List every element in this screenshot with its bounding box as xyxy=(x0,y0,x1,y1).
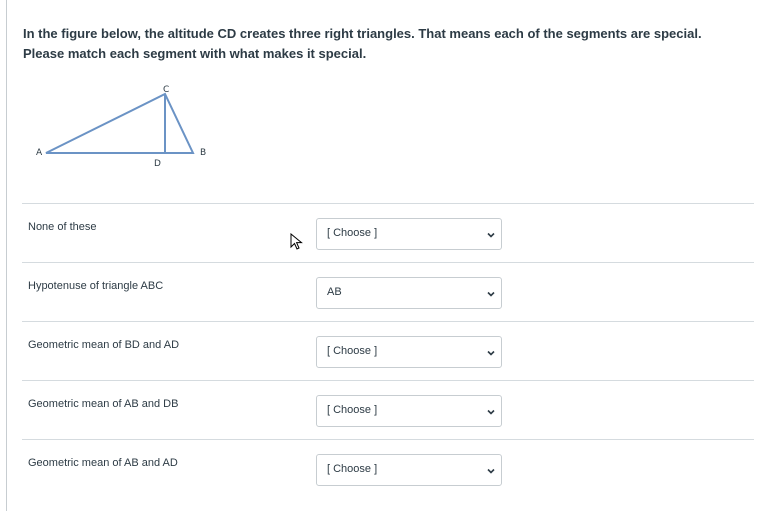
matching-list: None of these [ Choose ] Hypotenuse of t… xyxy=(22,203,754,498)
chevron-down-icon xyxy=(487,468,495,474)
match-row-label: Geometric mean of AB and AD xyxy=(28,457,178,469)
vertex-c-label: C xyxy=(163,85,169,95)
match-row: Hypotenuse of triangle ABC AB xyxy=(22,262,754,321)
triangle-abc xyxy=(45,92,195,154)
dropdown-selected-value: [ Choose ] xyxy=(327,404,378,416)
dropdown-selected-value: AB xyxy=(327,286,342,298)
triangle-diagram: A C B D xyxy=(36,85,206,169)
match-row: None of these [ Choose ] xyxy=(22,203,754,262)
match-row: Geometric mean of BD and AD [ Choose ] xyxy=(22,321,754,380)
match-row-label: Geometric mean of BD and AD xyxy=(28,339,180,351)
chevron-down-icon xyxy=(487,232,495,238)
dropdown-selected-value: [ Choose ] xyxy=(327,345,378,357)
triangle-figure: A C B D xyxy=(30,80,220,180)
chevron-down-icon xyxy=(487,350,495,356)
dropdown-selected-value: [ Choose ] xyxy=(327,463,378,475)
dropdown-selected-value: [ Choose ] xyxy=(327,227,378,239)
match-row-label: None of these xyxy=(28,221,97,233)
chevron-down-icon xyxy=(487,291,495,297)
chevron-down-icon xyxy=(487,409,495,415)
mouse-pointer-icon xyxy=(290,233,303,250)
match-row-label: Geometric mean of AB and DB xyxy=(28,398,179,410)
vertex-b-label: B xyxy=(200,148,206,158)
question-text: In the figure below, the altitude CD cre… xyxy=(23,26,702,61)
match-row-label: Hypotenuse of triangle ABC xyxy=(28,280,164,292)
match-row: Geometric mean of AB and AD [ Choose ] xyxy=(22,439,754,498)
point-d-label: D xyxy=(154,159,161,169)
answer-dropdown[interactable]: [ Choose ] xyxy=(316,454,502,486)
match-row: Geometric mean of AB and DB [ Choose ] xyxy=(22,380,754,439)
answer-dropdown[interactable]: [ Choose ] xyxy=(316,336,502,368)
answer-dropdown[interactable]: [ Choose ] xyxy=(316,395,502,427)
answer-dropdown[interactable]: AB xyxy=(316,277,502,309)
vertex-a-label: A xyxy=(36,148,43,158)
answer-dropdown[interactable]: [ Choose ] xyxy=(316,218,502,250)
